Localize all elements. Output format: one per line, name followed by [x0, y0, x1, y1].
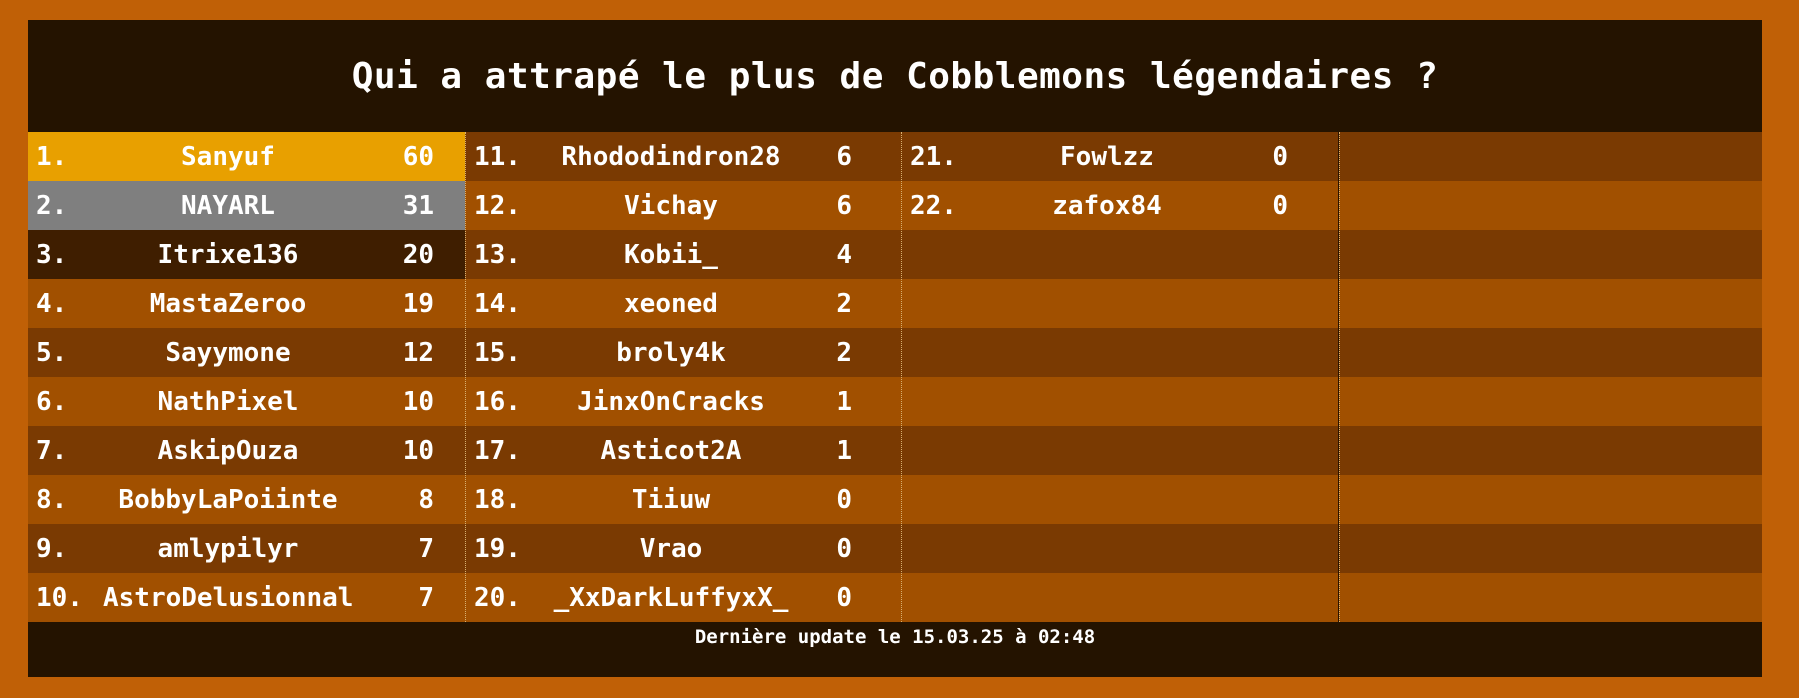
entry-player-name: Tiiuw	[631, 484, 711, 515]
entry-rank: 5.	[36, 337, 68, 368]
leaderboard-entry: 21. Fowlzz 0	[902, 132, 1339, 181]
entry-rank: 3.	[36, 239, 68, 270]
entry-score: 12	[402, 337, 434, 368]
entry-rank: 4.	[36, 288, 68, 319]
entry-score: 0	[836, 484, 852, 515]
entry-score: 10	[402, 386, 434, 417]
entry-score: 6	[836, 190, 852, 221]
leaderboard-entry: 1. Sanyuf 60	[28, 132, 465, 181]
entry-player-name: NAYARL	[181, 190, 275, 221]
entry-score: 31	[402, 190, 434, 221]
leaderboard-entry: 20. _XxDarkLuffyxX_ 0	[466, 573, 902, 622]
leaderboard-entry: 22. zafox84 0	[902, 181, 1339, 230]
leaderboard-entry: 10. AstroDelusionnal 7	[28, 573, 465, 622]
entry-score: 4	[836, 239, 852, 270]
entry-score: 7	[418, 533, 434, 564]
entry-score: 2	[836, 288, 852, 319]
entry-player-name: BobbyLaPoiinte	[118, 484, 338, 515]
leaderboard-grid: 1. Sanyuf 60 2. NAYARL 31 3. Itrixe136 20 4. Masta…	[28, 132, 1762, 622]
entry-player-name: Asticot2A	[600, 435, 742, 466]
entry-score: 20	[402, 239, 434, 270]
leaderboard-entry: 11. Rhododindron28 6	[466, 132, 902, 181]
entry-rank: 12.	[474, 190, 521, 221]
entry-player-name: NathPixel	[157, 386, 299, 417]
entry-score: 60	[402, 141, 434, 172]
leaderboard-entry: 15. broly4k 2	[466, 328, 902, 377]
column-4	[1338, 132, 1763, 622]
entry-player-name: _XxDarkLuffyxX_	[553, 582, 789, 613]
entry-rank: 21.	[910, 141, 957, 172]
leaderboard-entry: 6. NathPixel 10	[28, 377, 465, 426]
entry-player-name: MastaZeroo	[149, 288, 307, 319]
leaderboard-entry: 18. Tiiuw 0	[466, 475, 902, 524]
leaderboard-entry: 14. xeoned 2	[466, 279, 902, 328]
entry-score: 2	[836, 337, 852, 368]
entry-score: 10	[402, 435, 434, 466]
entry-score: 1	[836, 386, 852, 417]
entry-rank: 13.	[474, 239, 521, 270]
entry-player-name: Rhododindron28	[561, 141, 781, 172]
entry-player-name: Vichay	[624, 190, 718, 221]
entry-rank: 17.	[474, 435, 521, 466]
leaderboard-entry: 17. Asticot2A 1	[466, 426, 902, 475]
entry-score: 6	[836, 141, 852, 172]
entry-rank: 18.	[474, 484, 521, 515]
entry-player-name: Fowlzz	[1060, 141, 1154, 172]
entry-score: 7	[418, 582, 434, 613]
entry-score: 0	[1272, 141, 1288, 172]
leaderboard-entry: 12. Vichay 6	[466, 181, 902, 230]
entry-rank: 16.	[474, 386, 521, 417]
leaderboard-entry: 13. Kobii_ 4	[466, 230, 902, 279]
entry-rank: 11.	[474, 141, 521, 172]
entry-score: 19	[402, 288, 434, 319]
entry-score: 0	[1272, 190, 1288, 221]
entry-rank: 7.	[36, 435, 68, 466]
leaderboard-entry: 4. MastaZeroo 19	[28, 279, 465, 328]
leaderboard-entry: 7. AskipOuza 10	[28, 426, 465, 475]
leaderboard-panel: Qui a attrapé le plus de Cobblemons lége…	[28, 20, 1762, 677]
entry-player-name: Sanyuf	[181, 141, 275, 172]
entry-rank: 22.	[910, 190, 957, 221]
entry-score: 0	[836, 582, 852, 613]
entry-rank: 6.	[36, 386, 68, 417]
entry-rank: 2.	[36, 190, 68, 221]
entry-score: 0	[836, 533, 852, 564]
leaderboard-entry: 3. Itrixe136 20	[28, 230, 465, 279]
entry-player-name: broly4k	[616, 337, 726, 368]
entry-player-name: JinxOnCracks	[577, 386, 765, 417]
entry-player-name: xeoned	[624, 288, 718, 319]
leaderboard-entry: 16. JinxOnCracks 1	[466, 377, 902, 426]
leaderboard-entry: 8. BobbyLaPoiinte 8	[28, 475, 465, 524]
entry-rank: 9.	[36, 533, 68, 564]
entry-rank: 8.	[36, 484, 68, 515]
column-3: 21. Fowlzz 0 22. zafox84 0	[901, 132, 1340, 622]
entry-rank: 20.	[474, 582, 521, 613]
leaderboard-title: Qui a attrapé le plus de Cobblemons lége…	[351, 55, 1439, 97]
entry-rank: 14.	[474, 288, 521, 319]
entry-rank: 1.	[36, 141, 68, 172]
last-update-text: Dernière update le 15.03.25 à 02:48	[694, 626, 1096, 648]
leaderboard-entry: 19. Vrao 0	[466, 524, 902, 573]
entry-score: 8	[418, 484, 434, 515]
entry-player-name: Sayymone	[165, 337, 291, 368]
entry-player-name: Kobii_	[624, 239, 718, 270]
entry-rank: 19.	[474, 533, 521, 564]
entry-player-name: Itrixe136	[157, 239, 299, 270]
leaderboard-entry: 9. amlypilyr 7	[28, 524, 465, 573]
entry-rank: 15.	[474, 337, 521, 368]
entry-player-name: zafox84	[1052, 190, 1162, 221]
entry-rank: 10.	[36, 582, 83, 613]
leaderboard-entry: 2. NAYARL 31	[28, 181, 465, 230]
leaderboard-entry: 5. Sayymone 12	[28, 328, 465, 377]
entry-player-name: AstroDelusionnal	[103, 582, 354, 613]
column-2: 11. Rhododindron28 6 12. Vichay 6 13. Kobii_ 4 14…	[465, 132, 902, 622]
entry-player-name: Vrao	[639, 533, 703, 564]
entry-score: 1	[836, 435, 852, 466]
entry-player-name: AskipOuza	[157, 435, 299, 466]
column-1: 1. Sanyuf 60 2. NAYARL 31 3. Itrixe136 20 4. Masta…	[28, 132, 465, 622]
entry-player-name: amlypilyr	[157, 533, 299, 564]
